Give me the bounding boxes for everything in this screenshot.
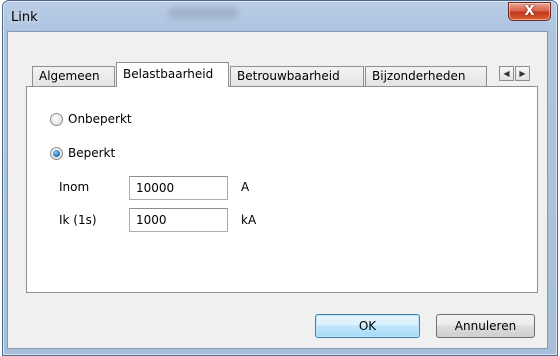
close-icon: X [524,4,535,19]
inom-label: Inom [59,180,90,194]
tab-algemeen[interactable]: Algemeen [32,66,115,87]
title-bar[interactable]: Link X [3,1,557,35]
radio-limited-indicator[interactable] [50,146,63,160]
tab-scroll-left-button[interactable]: ◀ [499,66,514,81]
ok-button[interactable]: OK [315,314,420,338]
ik-1s-unit: kA [241,213,257,227]
window-title: Link [11,10,38,25]
tab-belastbaarheid[interactable]: Belastbaarheid [116,62,229,87]
tab-scroll-right-button[interactable]: ▶ [515,66,530,81]
tab-label: Betrouwbaarheid [237,69,340,83]
tab-label: Algemeen [39,69,100,83]
radio-unlimited[interactable]: Onbeperkt [50,112,132,126]
ik-1s-input[interactable] [129,208,228,232]
inom-unit: A [241,180,250,194]
title-bar-blur [168,7,238,19]
arrow-left-icon: ◀ [503,69,510,78]
close-button[interactable]: X [508,2,551,21]
tab-panel-belastbaarheid: Onbeperkt Beperkt Inom A Ik (1s) kA [26,86,538,293]
radio-limited[interactable]: Beperkt [50,146,115,160]
tab-label: Bijzonderheden [372,69,466,83]
ik-1s-label: Ik (1s) [59,213,97,227]
arrow-right-icon: ▶ [519,69,526,78]
tab-label: Belastbaarheid [123,67,214,81]
cancel-button[interactable]: Annuleren [436,314,535,338]
inom-input[interactable] [129,176,228,200]
radio-unlimited-indicator[interactable] [50,112,63,126]
radio-limited-label: Beperkt [68,146,116,160]
tab-betrouwbaarheid[interactable]: Betrouwbaarheid [230,66,364,87]
radio-unlimited-label: Onbeperkt [68,112,132,126]
tab-bijzonderheden[interactable]: Bijzonderheden [365,66,487,87]
